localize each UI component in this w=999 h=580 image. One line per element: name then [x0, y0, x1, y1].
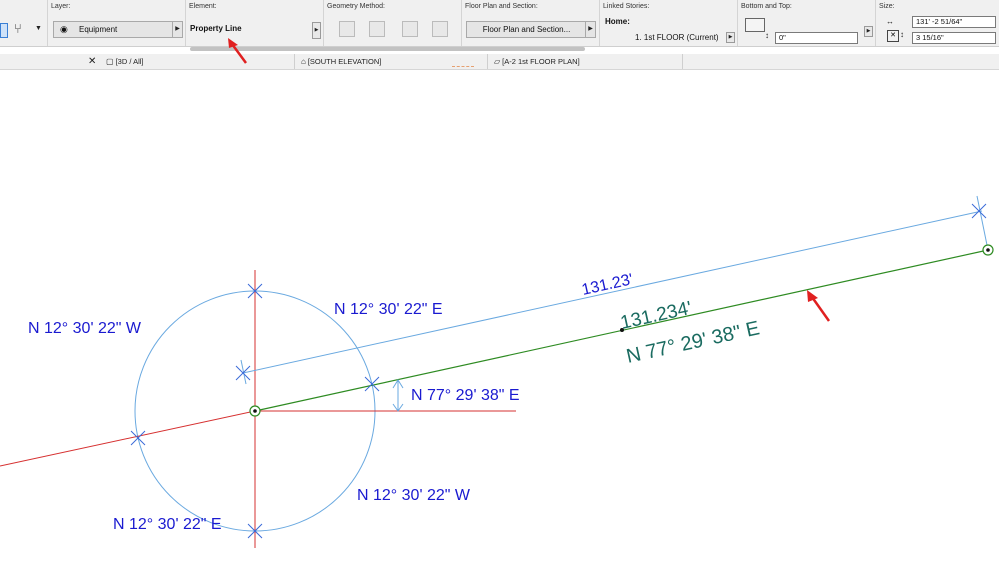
annotation-arrow-property-line — [807, 290, 831, 322]
annotation-arrows-layer — [228, 38, 831, 322]
annotation-arrow-element — [228, 38, 248, 64]
